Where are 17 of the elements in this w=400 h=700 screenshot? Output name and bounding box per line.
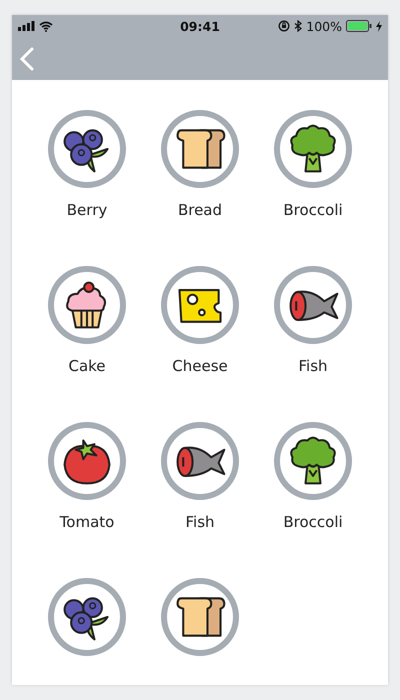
food-label: Fish <box>185 512 215 532</box>
wifi-icon <box>39 20 53 32</box>
food-label: Fish <box>298 356 328 376</box>
rotation-lock-icon <box>278 20 290 32</box>
food-label: Berry <box>66 200 108 220</box>
status-time: 09:41 <box>180 18 220 34</box>
food-label: Bread <box>178 200 222 220</box>
bluetooth-icon <box>294 20 302 32</box>
battery-percent: 100% <box>306 18 342 34</box>
food-label: Broccoli <box>283 512 343 532</box>
signal-icon <box>18 21 35 31</box>
food-label: Broccoli <box>283 200 343 220</box>
food-label: Tomato <box>60 512 114 532</box>
food-label: Cake <box>68 356 106 376</box>
charging-icon <box>376 20 382 32</box>
battery-icon <box>346 20 372 32</box>
food-label: Cheese <box>172 356 228 376</box>
